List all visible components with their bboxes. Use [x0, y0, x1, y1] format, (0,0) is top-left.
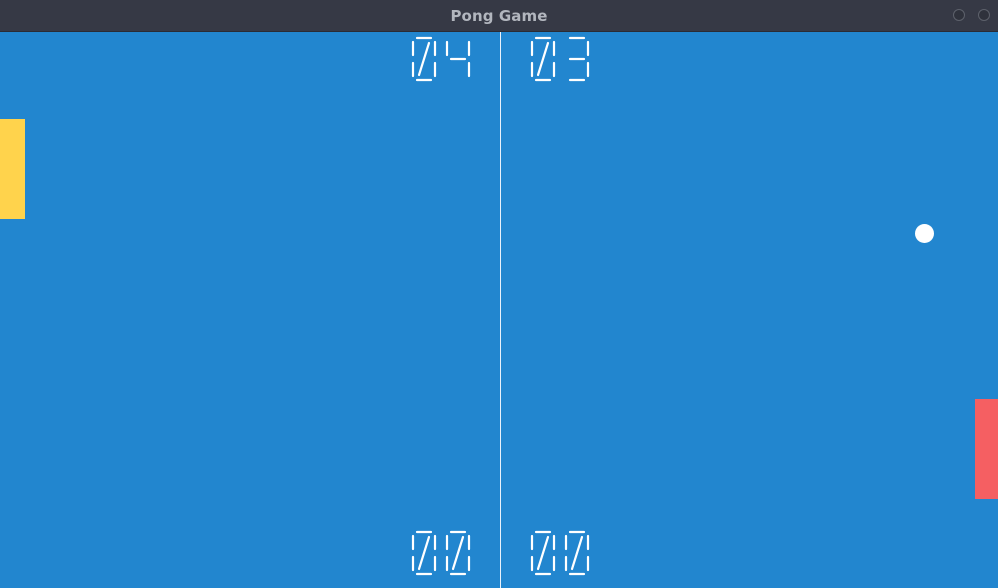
score-digit — [564, 530, 590, 576]
score-digit — [568, 36, 590, 82]
minimize-button[interactable] — [953, 9, 965, 21]
ball — [915, 224, 934, 243]
score-digit — [445, 40, 471, 78]
right-paddle — [975, 399, 998, 499]
window-title: Pong Game — [450, 7, 548, 25]
score-digit — [411, 36, 437, 82]
score-bottom-left: 00 — [410, 530, 471, 578]
left-paddle — [0, 119, 25, 219]
pong-window: Pong Game 04 03 00 00 — [0, 0, 998, 588]
score-digit — [445, 530, 471, 576]
score-bottom-right: 00 — [529, 530, 590, 578]
title-bar[interactable]: Pong Game — [0, 0, 998, 32]
score-digit — [530, 530, 556, 576]
score-top-right-digits — [530, 36, 590, 82]
score-digit — [530, 36, 556, 82]
close-button[interactable] — [978, 9, 990, 21]
score-digit — [411, 530, 437, 576]
game-court: 04 03 00 00 — [0, 32, 998, 588]
center-net-line — [500, 32, 501, 588]
score-bottom-right-digits — [530, 530, 590, 576]
score-top-right: 03 — [529, 36, 590, 84]
score-bottom-left-digits — [411, 530, 471, 576]
score-top-left: 04 — [410, 36, 471, 84]
score-top-left-digits — [411, 36, 471, 82]
